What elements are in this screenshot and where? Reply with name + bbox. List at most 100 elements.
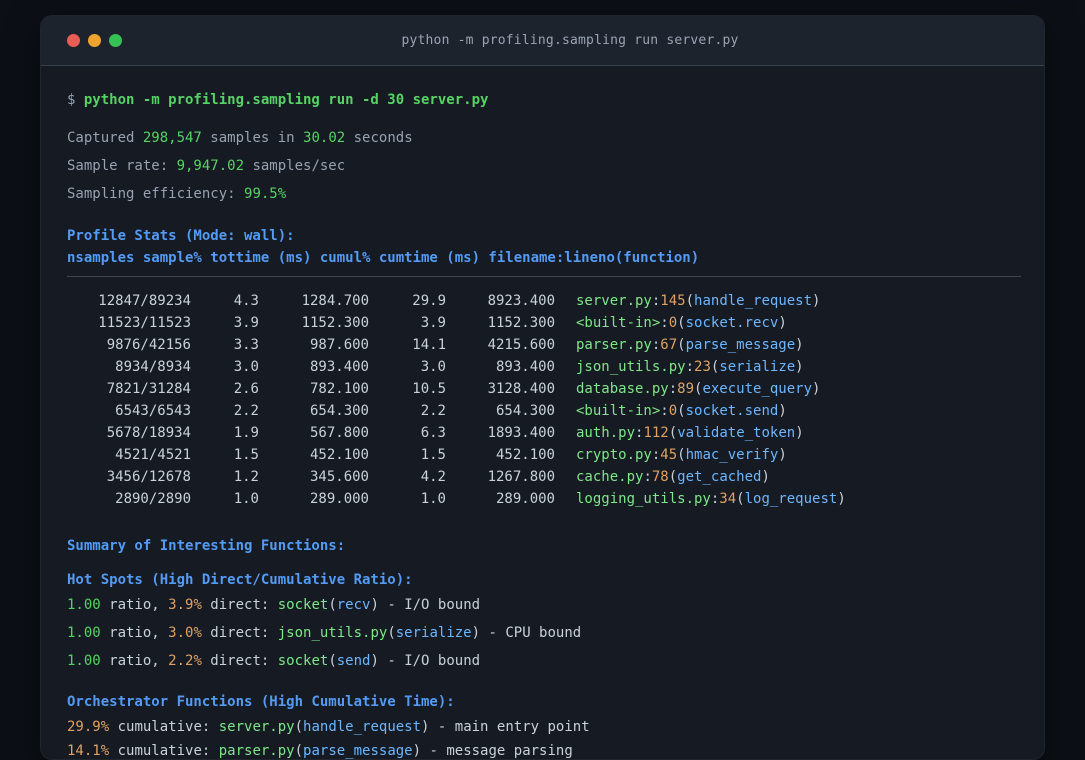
target-name: json_utils.py [277, 625, 388, 641]
terminal-window: python -m profiling.sampling run server.… [40, 15, 1045, 760]
function-name: socket.send [685, 403, 779, 419]
table-row: 11523/11523 3.9 1152.300 3.9 1152.300 <built-… [67, 312, 1019, 334]
line-number: 89 [677, 381, 695, 397]
hotspot-note: - I/O bound [378, 597, 481, 613]
table-row: 8934/8934 3.0 893.400 3.0 893.400 json_utils.… [67, 356, 1019, 378]
cell-sample-pct: 2.2 [233, 403, 259, 419]
zoom-button[interactable] [109, 34, 122, 47]
file-name: auth.py [576, 425, 636, 441]
open-paren: ( [387, 625, 396, 641]
cell-cumul-pct: 1.0 [420, 491, 446, 507]
minimize-button[interactable] [88, 34, 101, 47]
cell-cumul-pct: 10.5 [412, 381, 446, 397]
open-paren: ( [668, 469, 678, 485]
hotspot-row: 1.00 ratio, 2.2% direct: socket(send) - … [67, 650, 1019, 672]
captured-label: Captured [67, 130, 143, 146]
table-row: 3456/12678 1.2 345.600 4.2 1267.800 cache.py:… [67, 466, 1019, 488]
function-name: execute_query [702, 381, 813, 397]
function-name: log_request [744, 491, 838, 507]
stats-column-header: nsamples sample% tottime (ms) cumul% cum… [67, 250, 700, 266]
command-text: python -m profiling.sampling run -d 30 s… [83, 92, 489, 108]
target-name: socket [277, 653, 329, 669]
direct-label: direct: [201, 625, 278, 641]
cell-tottime: 345.600 [309, 469, 369, 485]
cell-cumtime: 289.000 [495, 491, 555, 507]
cell-tottime: 1284.700 [301, 293, 369, 309]
orchestrator-row: 29.9% cumulative: server.py(handle_reque… [67, 716, 1019, 738]
ratio-value: 1.00 [67, 625, 101, 641]
open-paren: ( [328, 653, 337, 669]
line-number: 34 [719, 491, 737, 507]
cell-tottime: 893.400 [309, 359, 369, 375]
close-paren: ) [778, 447, 787, 463]
orchestrator-note: - message parsing [421, 743, 573, 759]
cell-cumul-pct: 3.0 [420, 359, 446, 375]
efficiency-label: Sampling efficiency: [67, 186, 245, 202]
file-name: <built-in> [576, 403, 661, 419]
file-name: parser.py [218, 743, 295, 759]
direct-label: direct: [201, 597, 278, 613]
cell-location: database.py:89(execute_query) [576, 381, 820, 397]
open-paren: ( [685, 293, 695, 309]
file-name: database.py [576, 381, 669, 397]
cell-location: crypto.py:45(hmac_verify) [576, 447, 787, 463]
colon: : [643, 469, 652, 485]
cell-location: <built-in>:0(socket.recv) [576, 315, 787, 331]
hotspot-note: - I/O bound [378, 653, 481, 669]
open-paren: ( [736, 491, 745, 507]
table-row: 4521/4521 1.5 452.100 1.5 452.100 crypto.py:4… [67, 444, 1019, 466]
line-number: 112 [643, 425, 669, 441]
orchestrators-title: Orchestrator Functions (High Cumulative … [67, 694, 455, 710]
open-paren: ( [677, 337, 686, 353]
open-paren: ( [668, 425, 678, 441]
cell-cumtime: 452.100 [495, 447, 555, 463]
open-paren: ( [328, 597, 337, 613]
captured-suffix-label: seconds [345, 130, 413, 146]
cell-nsamples: 3456/12678 [106, 469, 191, 485]
rate-label: Sample rate: [67, 158, 177, 174]
captured-line: Captured 298,547 samples in 30.02 second… [67, 127, 1019, 149]
ratio-label: ratio, [100, 597, 169, 613]
line-number: 45 [660, 447, 678, 463]
cell-tottime: 782.100 [309, 381, 369, 397]
open-paren: ( [677, 447, 686, 463]
cell-cumul-pct: 6.3 [420, 425, 446, 441]
command-line: $ python -m profiling.sampling run -d 30… [67, 89, 1019, 111]
function-name: hmac_verify [685, 447, 779, 463]
cell-location: <built-in>:0(socket.send) [576, 403, 787, 419]
close-paren: ) [778, 403, 787, 419]
cell-nsamples: 2890/2890 [115, 491, 191, 507]
cell-location: json_utils.py:23(serialize) [576, 359, 804, 375]
terminal-content[interactable]: $ python -m profiling.sampling run -d 30… [41, 66, 1044, 759]
cell-tottime: 1152.300 [301, 315, 369, 331]
cell-tottime: 289.000 [309, 491, 369, 507]
file-name: cache.py [576, 469, 644, 485]
direct-label: direct: [201, 653, 278, 669]
line-number: 0 [668, 403, 678, 419]
function-name: get_cached [677, 469, 762, 485]
close-paren: ) [761, 469, 770, 485]
function-name: validate_token [677, 425, 796, 441]
cell-nsamples: 12847/89234 [98, 293, 191, 309]
cell-tottime: 567.800 [309, 425, 369, 441]
close-button[interactable] [67, 34, 80, 47]
ratio-value: 1.00 [67, 597, 101, 613]
sample-rate-line: Sample rate: 9,947.02 samples/sec [67, 155, 1019, 177]
cell-sample-pct: 3.3 [233, 337, 259, 353]
cell-tottime: 654.300 [309, 403, 369, 419]
cell-cumtime: 893.400 [495, 359, 555, 375]
cell-cumul-pct: 29.9 [412, 293, 446, 309]
cell-location: parser.py:67(parse_message) [576, 337, 804, 353]
function-name: socket.recv [685, 315, 779, 331]
captured-mid-label: samples in [201, 130, 304, 146]
ratio-value: 1.00 [67, 653, 101, 669]
cell-nsamples: 5678/18934 [106, 425, 191, 441]
cell-sample-pct: 1.0 [233, 491, 259, 507]
cumulative-label: cumulative: [109, 719, 219, 735]
shell-prompt: $ [67, 92, 84, 108]
title-bar: python -m profiling.sampling run server.… [41, 16, 1044, 66]
duration-value: 30.02 [303, 130, 346, 146]
samples-count: 298,547 [142, 130, 202, 146]
cell-location: logging_utils.py:34(log_request) [576, 491, 846, 507]
file-name: logging_utils.py [576, 491, 711, 507]
